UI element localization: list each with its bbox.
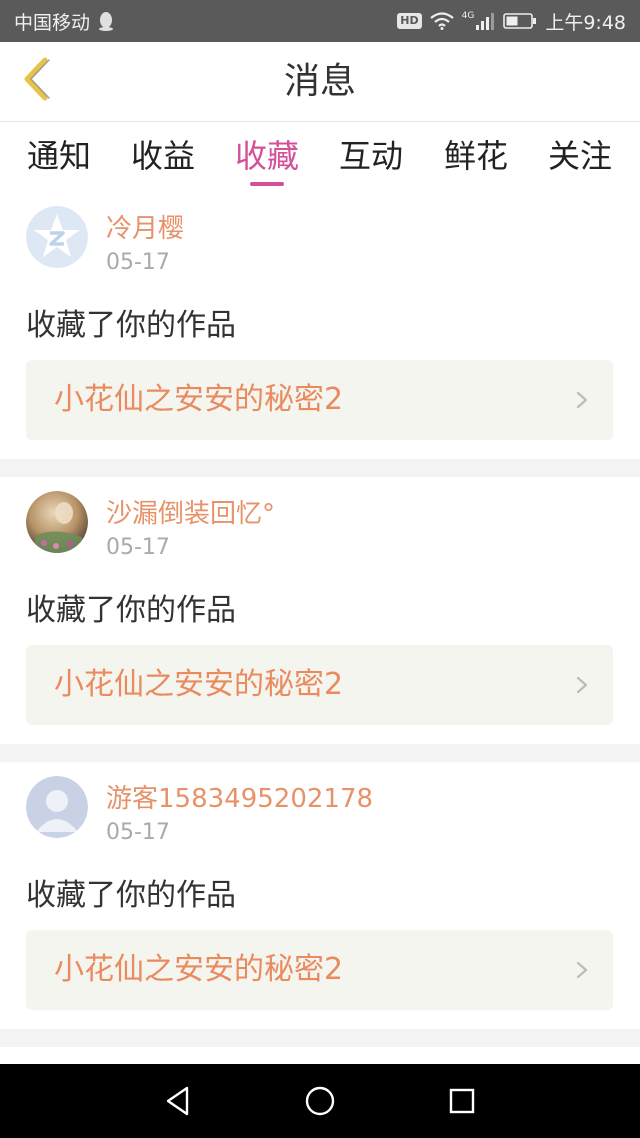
message-date: 05-17 bbox=[106, 535, 170, 560]
tab-label: 收益 bbox=[130, 137, 195, 175]
clock: 上午9:48 bbox=[545, 11, 626, 34]
signal-icon: 4G bbox=[462, 12, 496, 30]
tab-following[interactable]: 关注 bbox=[535, 134, 625, 184]
divider bbox=[0, 744, 640, 762]
message-date: 05-17 bbox=[106, 820, 170, 845]
category-tabs: 通知 收益 收藏 互动 鲜花 关注 bbox=[0, 122, 640, 192]
battery-icon bbox=[503, 12, 537, 30]
carrier-label: 中国移动 bbox=[14, 11, 91, 34]
divider bbox=[0, 1029, 640, 1047]
list-item: 冷月樱 05-17 收藏了你的作品 小花仙之安安的秘密2 bbox=[0, 192, 640, 459]
hd-badge: HD bbox=[397, 13, 422, 29]
tab-favorites[interactable]: 收藏 bbox=[222, 134, 312, 186]
chevron-right-icon bbox=[576, 676, 588, 694]
message-date: 05-17 bbox=[106, 250, 170, 275]
square-recents-icon bbox=[449, 1088, 475, 1114]
tab-flowers[interactable]: 鲜花 bbox=[431, 134, 521, 184]
nav-home-button[interactable] bbox=[303, 1084, 337, 1118]
tab-label: 关注 bbox=[547, 137, 612, 175]
username[interactable]: 游客1583495202178 bbox=[106, 778, 373, 815]
list-item: 游客1583495202178 05-17 收藏了你的作品 小花仙之安安的秘密2 bbox=[0, 762, 640, 1029]
avatar[interactable] bbox=[26, 491, 88, 553]
qq-default-avatar-icon bbox=[26, 206, 88, 268]
triangle-back-icon bbox=[166, 1086, 189, 1116]
active-tab-indicator bbox=[250, 182, 284, 186]
username[interactable]: 冷月樱 bbox=[106, 208, 184, 245]
status-bar: 中国移动 HD 4G 上午9:48 bbox=[0, 0, 640, 42]
qq-penguin-icon bbox=[98, 11, 114, 31]
app-header: 消息 bbox=[0, 42, 640, 122]
message-list: 冷月樱 05-17 收藏了你的作品 小花仙之安安的秘密2 沙漏倒装回忆° 05-… bbox=[0, 192, 640, 1047]
network-label: 4G bbox=[461, 11, 475, 21]
work-title: 小花仙之安安的秘密2 bbox=[54, 382, 344, 417]
work-link[interactable]: 小花仙之安安的秘密2 bbox=[26, 930, 613, 1010]
work-title: 小花仙之安安的秘密2 bbox=[54, 952, 344, 987]
chevron-right-icon bbox=[576, 391, 588, 409]
circle-home-icon bbox=[305, 1086, 335, 1116]
tab-label: 通知 bbox=[26, 137, 91, 175]
chevron-right-icon bbox=[576, 961, 588, 979]
divider bbox=[0, 459, 640, 477]
username[interactable]: 沙漏倒装回忆° bbox=[106, 493, 275, 530]
wifi-icon bbox=[429, 12, 454, 30]
list-item: 沙漏倒装回忆° 05-17 收藏了你的作品 小花仙之安安的秘密2 bbox=[0, 477, 640, 744]
nav-recents-button[interactable] bbox=[445, 1084, 479, 1118]
photo-avatar-icon bbox=[26, 491, 88, 553]
tab-interactions[interactable]: 互动 bbox=[326, 134, 416, 184]
work-link[interactable]: 小花仙之安安的秘密2 bbox=[26, 360, 613, 440]
nav-back-button[interactable] bbox=[161, 1084, 195, 1118]
avatar[interactable] bbox=[26, 776, 88, 838]
tab-earnings[interactable]: 收益 bbox=[118, 134, 208, 184]
tab-label: 收藏 bbox=[234, 137, 299, 175]
work-link[interactable]: 小花仙之安安的秘密2 bbox=[26, 645, 613, 725]
work-title: 小花仙之安安的秘密2 bbox=[54, 667, 344, 702]
message-text: 收藏了你的作品 bbox=[26, 878, 236, 913]
page-title: 消息 bbox=[283, 61, 356, 102]
default-user-avatar-icon bbox=[26, 776, 88, 838]
message-text: 收藏了你的作品 bbox=[26, 593, 236, 628]
system-nav-bar bbox=[0, 1064, 640, 1138]
message-text: 收藏了你的作品 bbox=[26, 308, 236, 343]
tab-label: 互动 bbox=[338, 137, 403, 175]
tab-notifications[interactable]: 通知 bbox=[14, 134, 104, 184]
avatar[interactable] bbox=[26, 206, 88, 268]
tab-label: 鲜花 bbox=[443, 137, 508, 175]
